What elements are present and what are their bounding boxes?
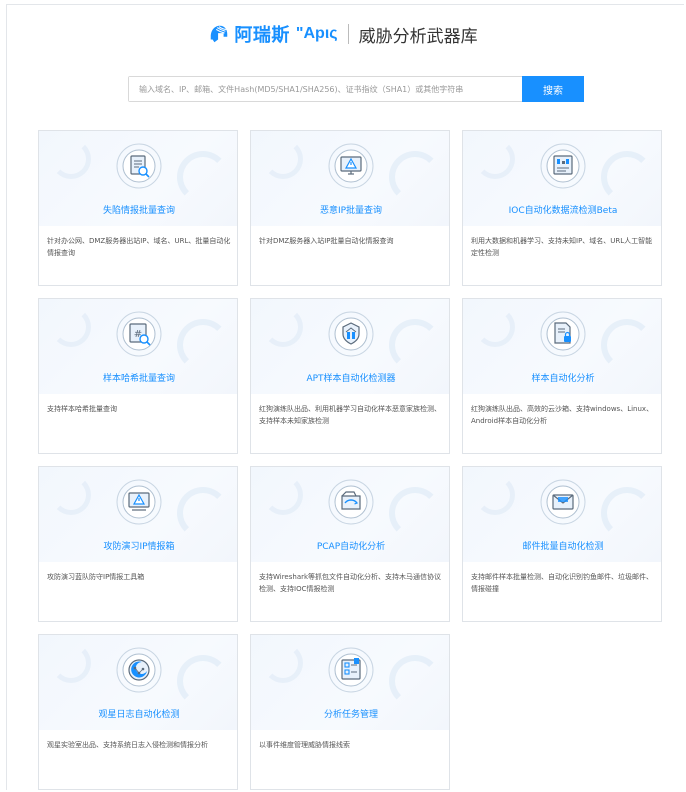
tool-card-grid: 失陷情报批量查询 针对办公网、DMZ服务器出站IP、域名、URL、批量自动化情报… <box>38 130 662 790</box>
building-shield-icon <box>328 311 374 357</box>
card-description: 支持样本哈希批量查询 <box>47 405 117 413</box>
packet-capture-icon <box>328 479 374 525</box>
card-mail-batch-detection[interactable]: 邮件批量自动化检测 支持邮件样本批量检测、自动化识别钓鱼邮件、垃圾邮件、情报碰撞 <box>462 466 662 622</box>
search-input[interactable] <box>129 77 522 101</box>
file-lock-icon <box>540 311 586 357</box>
header-divider <box>347 24 349 44</box>
card-sample-hash-query[interactable]: # 样本哈希批量查询 支持样本哈希批量查询 <box>38 298 238 454</box>
card-attack-defense-ip-box[interactable]: 攻防演习IP情报箱 攻防演习蓝队防守IP情报工具箱 <box>38 466 238 622</box>
task-manage-icon <box>328 647 374 693</box>
header: 阿瑞斯 "Aрις 威胁分析武器库 <box>0 18 686 50</box>
card-description: 针对办公网、DMZ服务器出站IP、域名、URL、批量自动化情报查询 <box>47 237 231 257</box>
card-pcap-auto-analysis[interactable]: PCAP自动化分析 支持Wireshark等抓包文件自动化分析、支持木马通信协议… <box>250 466 450 622</box>
data-stream-icon <box>540 143 586 189</box>
card-title: 失陷情报批量查询 <box>102 206 175 216</box>
mail-check-icon <box>540 479 586 525</box>
card-description: 支持邮件样本批量检测、自动化识别钓鱼邮件、垃圾邮件、情报碰撞 <box>471 573 653 593</box>
star-log-icon <box>116 647 162 693</box>
brand-name-cn: 阿瑞斯 <box>234 25 290 45</box>
card-title: PCAP自动化分析 <box>316 542 386 552</box>
search-bar: 搜索 <box>128 76 584 102</box>
card-description: 针对DMZ服务器入站IP批量自动化情报查询 <box>259 237 394 245</box>
card-description: 支持Wireshark等抓包文件自动化分析、支持木马通信协议检测、支持IOC情报… <box>259 573 442 593</box>
card-description: 利用大数据和机器学习、支持未知IP、域名、URL人工智能定性检测 <box>471 237 653 257</box>
card-description: 红狗演练队出品、高效的云沙箱、支持windows、Linux、Android样本… <box>471 405 654 425</box>
card-sample-auto-analysis[interactable]: 样本自动化分析 红狗演练队出品、高效的云沙箱、支持windows、Linux、A… <box>462 298 662 454</box>
card-title: 样本自动化分析 <box>531 374 595 384</box>
hash-search-icon: # <box>116 311 162 357</box>
card-analysis-task-manage[interactable]: 分析任务管理 以事件维度管理威胁情报线索 <box>250 634 450 790</box>
card-description: 以事件维度管理威胁情报线索 <box>259 741 350 749</box>
card-apt-sample-detector[interactable]: APT样本自动化检测器 红狗演练队出品、利用机器学习自动化样本恶意家族检测、支持… <box>250 298 450 454</box>
card-title: IOC自动化数据流检测Beta <box>508 206 618 216</box>
card-title: 攻防演习IP情报箱 <box>103 542 175 552</box>
card-description: 红狗演练队出品、利用机器学习自动化样本恶意家族检测、支持样本未知家族检测 <box>259 405 441 425</box>
card-description: 观星实验室出品、支持系统日志入侵检测和情报分析 <box>47 741 208 749</box>
alert-box-icon <box>116 479 162 525</box>
brand-name-en: "Aрις <box>295 25 338 42</box>
card-title: 样本哈希批量查询 <box>102 374 175 384</box>
card-title: APT样本自动化检测器 <box>306 374 396 384</box>
ares-helmet-logo-icon <box>211 25 228 43</box>
card-star-log-detection[interactable]: 观星日志自动化检测 观星实验室出品、支持系统日志入侵检测和情报分析 <box>38 634 238 790</box>
card-title: 恶意IP批量查询 <box>319 206 383 216</box>
card-title: 邮件批量自动化检测 <box>522 542 604 552</box>
card-title: 分析任务管理 <box>323 710 378 720</box>
search-button[interactable]: 搜索 <box>522 76 584 102</box>
card-ioc-stream-detection[interactable]: IOC自动化数据流检测Beta 利用大数据和机器学习、支持未知IP、域名、URL… <box>462 130 662 286</box>
card-compromise-intel-query[interactable]: 失陷情报批量查询 针对办公网、DMZ服务器出站IP、域名、URL、批量自动化情报… <box>38 130 238 286</box>
monitor-warning-icon <box>328 143 374 189</box>
card-malicious-ip-query[interactable]: 恶意IP批量查询 针对DMZ服务器入站IP批量自动化情报查询 <box>250 130 450 286</box>
card-description: 攻防演习蓝队防守IP情报工具箱 <box>47 573 145 581</box>
card-title: 观星日志自动化检测 <box>98 710 180 720</box>
page-title: 威胁分析武器库 <box>358 26 478 47</box>
document-search-icon <box>116 143 162 189</box>
